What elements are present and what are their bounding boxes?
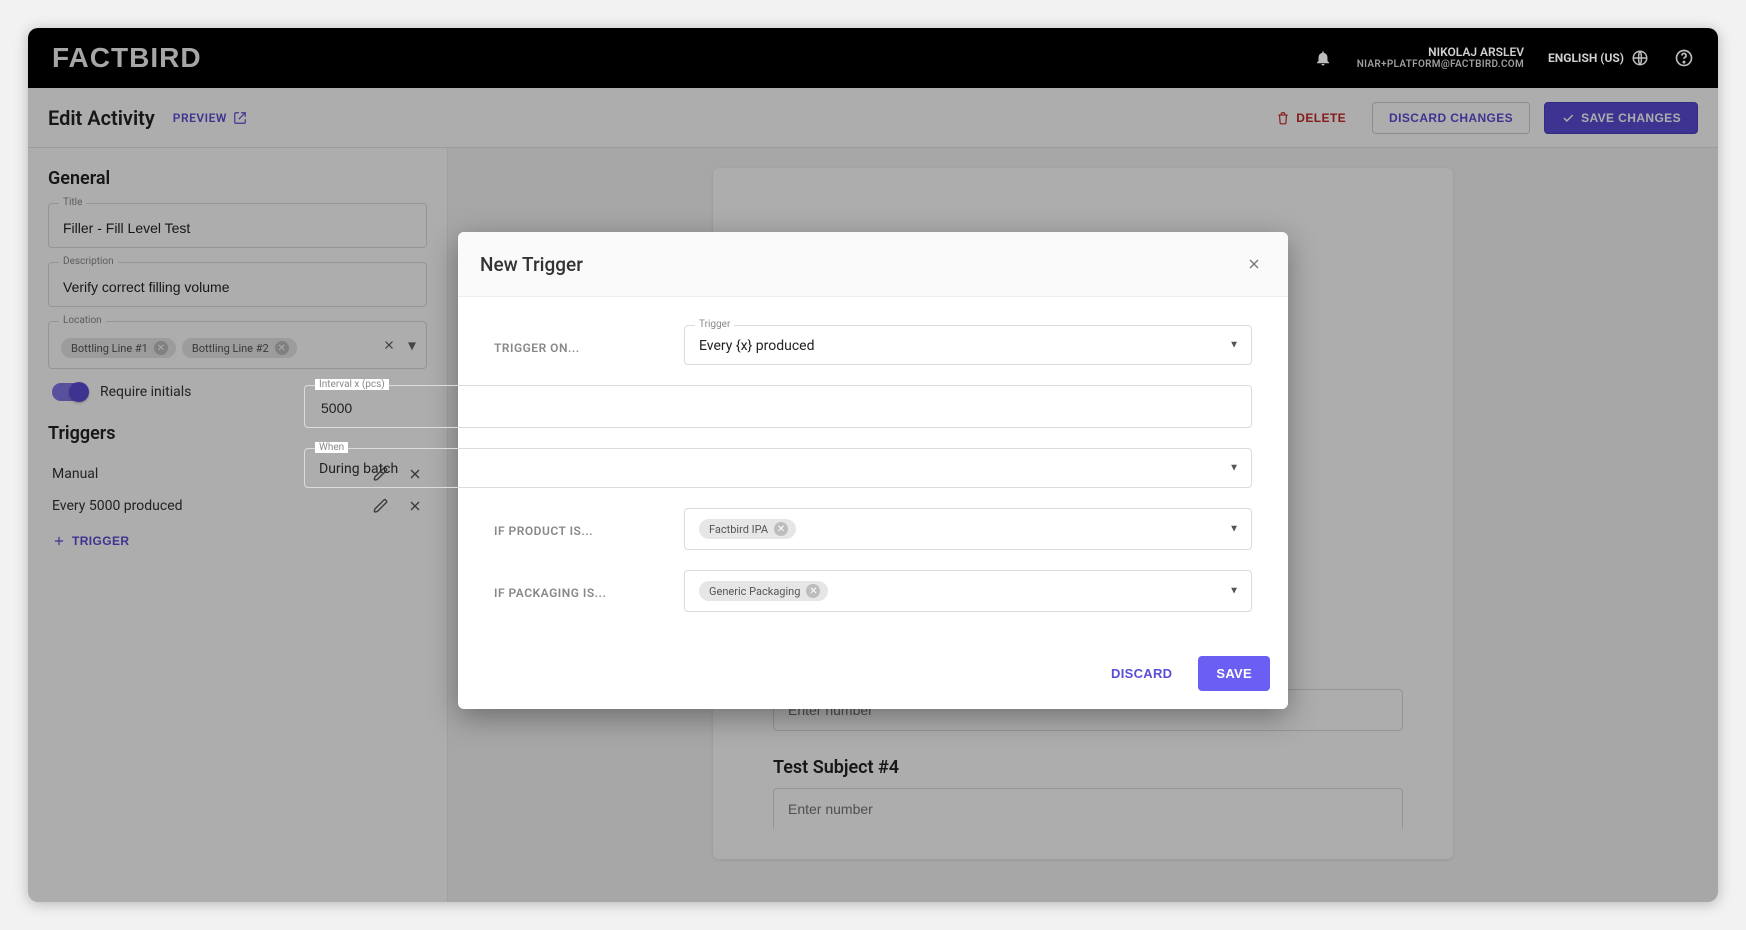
when-select[interactable]: When During batch ▼ <box>304 448 1252 488</box>
top-bar: FACTBIRD NIKOLAJ ARSLEV NIAR+PLATFORM@FA… <box>28 28 1718 88</box>
trigger-select[interactable]: Trigger Every {x} produced ▼ <box>684 325 1252 365</box>
product-chip: Factbird IPA ✕ <box>699 519 796 539</box>
interval-field[interactable]: Interval x (pcs) <box>304 385 1252 428</box>
interval-input[interactable] <box>319 398 1215 417</box>
brand-logo: FACTBIRD <box>52 42 202 74</box>
remove-chip-icon[interactable]: ✕ <box>806 584 820 598</box>
new-trigger-modal: New Trigger TRIGGER ON... Trigger Every … <box>458 232 1288 709</box>
bell-icon[interactable] <box>1313 48 1333 68</box>
help-icon[interactable] <box>1674 48 1694 68</box>
modal-discard-button[interactable]: DISCARD <box>1097 656 1186 691</box>
trigger-select-value: Every {x} produced <box>699 338 1215 354</box>
chevron-down-icon: ▼ <box>1229 340 1239 351</box>
user-info[interactable]: NIKOLAJ ARSLEV NIAR+PLATFORM@FACTBIRD.CO… <box>1357 46 1524 70</box>
interval-field-label: Interval x (pcs) <box>315 379 389 390</box>
chevron-down-icon: ▼ <box>1229 586 1239 597</box>
user-email: NIAR+PLATFORM@FACTBIRD.COM <box>1357 59 1524 70</box>
chevron-down-icon: ▼ <box>1229 463 1239 474</box>
chip-label: Generic Packaging <box>709 585 800 598</box>
close-icon[interactable] <box>1242 252 1266 276</box>
remove-chip-icon[interactable]: ✕ <box>774 522 788 536</box>
packaging-chip: Generic Packaging ✕ <box>699 581 828 601</box>
when-select-label: When <box>315 442 348 453</box>
globe-icon <box>1630 48 1650 68</box>
modal-save-button[interactable]: SAVE <box>1198 656 1270 691</box>
packaging-label: IF PACKAGING IS... <box>494 570 684 600</box>
trigger-on-label: TRIGGER ON... <box>494 325 684 355</box>
chevron-down-icon: ▼ <box>1229 524 1239 535</box>
packaging-select[interactable]: Generic Packaging ✕ ▼ <box>684 570 1252 612</box>
user-name: NIKOLAJ ARSLEV <box>1357 46 1524 59</box>
product-label: IF PRODUCT IS... <box>494 508 684 538</box>
chip-label: Factbird IPA <box>709 523 768 536</box>
trigger-select-label: Trigger <box>695 319 734 330</box>
when-select-value: During batch <box>319 461 1215 477</box>
modal-title: New Trigger <box>480 253 583 276</box>
language-selector[interactable]: ENGLISH (US) <box>1548 48 1650 68</box>
product-select[interactable]: Factbird IPA ✕ ▼ <box>684 508 1252 550</box>
language-label: ENGLISH (US) <box>1548 51 1624 65</box>
